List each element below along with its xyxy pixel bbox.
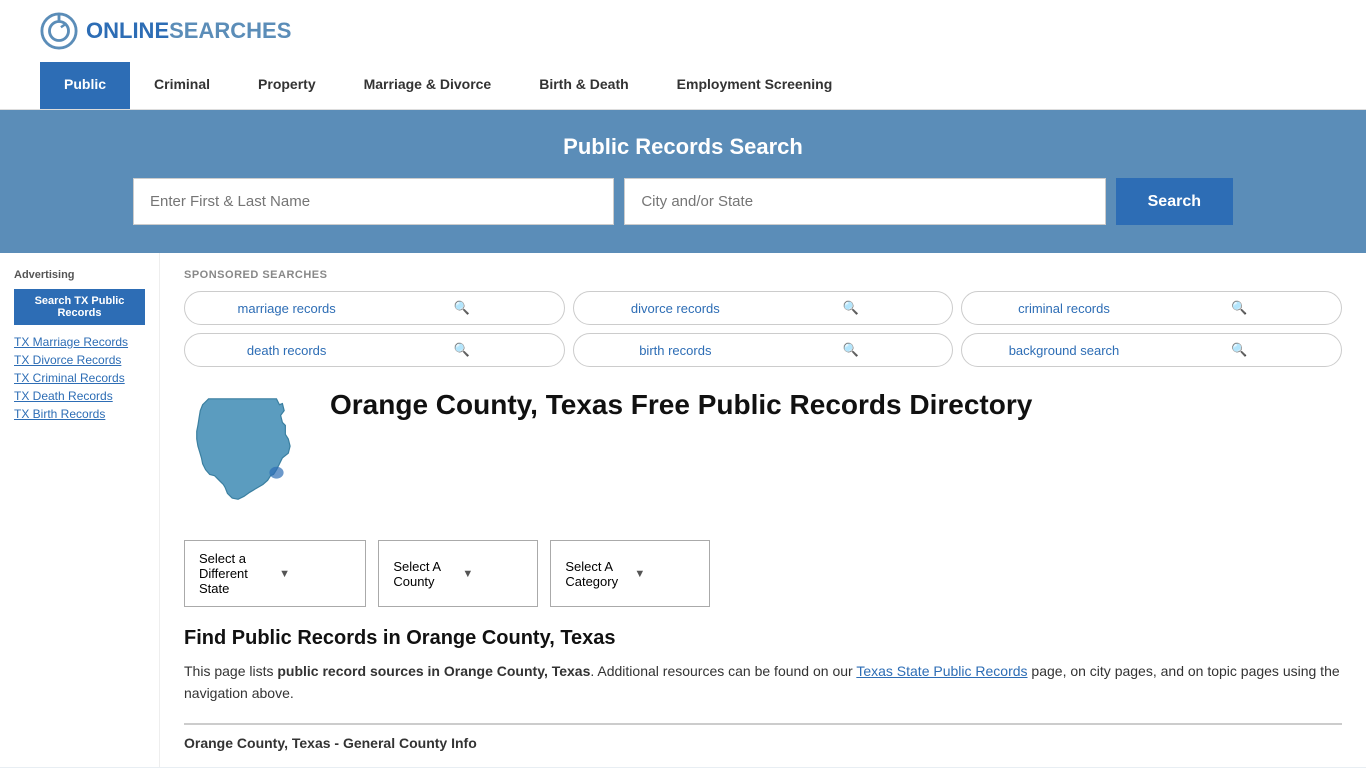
sponsored-label: SPONSORED SEARCHES (184, 269, 1342, 281)
city-input[interactable] (624, 178, 1105, 225)
sponsored-item-text: death records (199, 343, 374, 358)
state-map (184, 387, 314, 520)
logo-text: ONLINESEARCHES (86, 18, 291, 44)
search-icon: 🔍 (1152, 342, 1327, 358)
sidebar-link[interactable]: TX Divorce Records (14, 353, 145, 367)
sidebar: Advertising Search TX Public Records TX … (0, 253, 160, 767)
nav-item-criminal[interactable]: Criminal (130, 62, 234, 109)
county-dropdown[interactable]: Select A County ▼ (378, 540, 538, 607)
dropdowns-row: Select a Different State ▼ Select A Coun… (184, 540, 1342, 607)
sidebar-link[interactable]: TX Birth Records (14, 407, 145, 421)
search-icon: 🔍 (1152, 300, 1327, 316)
search-band-title: Public Records Search (40, 134, 1326, 160)
title-row: Orange County, Texas Free Public Records… (184, 387, 1342, 520)
find-text-bold: public record sources in Orange County, … (277, 663, 590, 679)
sponsored-item[interactable]: criminal records🔍 (961, 291, 1342, 325)
find-text-1: This page lists (184, 663, 277, 679)
sponsored-item-text: background search (976, 343, 1151, 358)
sponsored-item[interactable]: background search🔍 (961, 333, 1342, 367)
sidebar-link[interactable]: TX Criminal Records (14, 371, 145, 385)
county-dropdown-arrow: ▼ (462, 568, 523, 580)
page-heading-container: Orange County, Texas Free Public Records… (330, 387, 1032, 422)
sponsored-grid: marriage records🔍divorce records🔍crimina… (184, 291, 1342, 367)
content-area: SPONSORED SEARCHES marriage records🔍divo… (160, 253, 1366, 767)
sponsored-item[interactable]: marriage records🔍 (184, 291, 565, 325)
search-icon: 🔍 (763, 342, 938, 358)
texas-map-icon (184, 387, 304, 517)
logo: ONLINESEARCHES (40, 12, 291, 50)
state-dropdown-label: Select a Different State (199, 551, 271, 596)
find-heading: Find Public Records in Orange County, Te… (184, 627, 1342, 650)
sponsored-item[interactable]: birth records🔍 (573, 333, 954, 367)
page-heading: Orange County, Texas Free Public Records… (330, 387, 1032, 422)
header: ONLINESEARCHES (0, 0, 1366, 62)
sponsored-item[interactable]: death records🔍 (184, 333, 565, 367)
state-dropdown[interactable]: Select a Different State ▼ (184, 540, 366, 607)
main-container: Advertising Search TX Public Records TX … (0, 253, 1366, 767)
search-button[interactable]: Search (1116, 178, 1233, 225)
category-dropdown[interactable]: Select A Category ▼ (550, 540, 710, 607)
texas-state-link[interactable]: Texas State Public Records (856, 663, 1027, 679)
sponsored-item-text: divorce records (588, 301, 763, 316)
nav-item-marriage---divorce[interactable]: Marriage & Divorce (340, 62, 516, 109)
name-input[interactable] (133, 178, 614, 225)
sidebar-link[interactable]: TX Marriage Records (14, 335, 145, 349)
ad-button[interactable]: Search TX Public Records (14, 289, 145, 325)
find-text-2: . Additional resources can be found on o… (590, 663, 856, 679)
sponsored-item-text: criminal records (976, 301, 1151, 316)
ad-label: Advertising (14, 269, 145, 281)
nav-item-birth---death[interactable]: Birth & Death (515, 62, 652, 109)
logo-icon (40, 12, 78, 50)
search-band: Public Records Search Search (0, 110, 1366, 253)
main-nav: PublicCriminalPropertyMarriage & Divorce… (0, 62, 1366, 110)
find-text: This page lists public record sources in… (184, 660, 1342, 705)
sponsored-item[interactable]: divorce records🔍 (573, 291, 954, 325)
category-dropdown-label: Select A Category (565, 559, 626, 589)
nav-item-property[interactable]: Property (234, 62, 340, 109)
county-info-box: Orange County, Texas - General County In… (184, 723, 1342, 751)
county-dropdown-label: Select A County (393, 559, 454, 589)
search-row: Search (133, 178, 1233, 225)
sponsored-item-text: birth records (588, 343, 763, 358)
search-icon: 🔍 (374, 342, 549, 358)
sponsored-item-text: marriage records (199, 301, 374, 316)
search-icon: 🔍 (374, 300, 549, 316)
state-dropdown-arrow: ▼ (279, 568, 351, 580)
nav-item-public[interactable]: Public (40, 62, 130, 109)
nav-item-employment-screening[interactable]: Employment Screening (653, 62, 857, 109)
search-icon: 🔍 (763, 300, 938, 316)
sidebar-link[interactable]: TX Death Records (14, 389, 145, 403)
county-info-title: Orange County, Texas - General County In… (184, 735, 1342, 751)
category-dropdown-arrow: ▼ (634, 568, 695, 580)
